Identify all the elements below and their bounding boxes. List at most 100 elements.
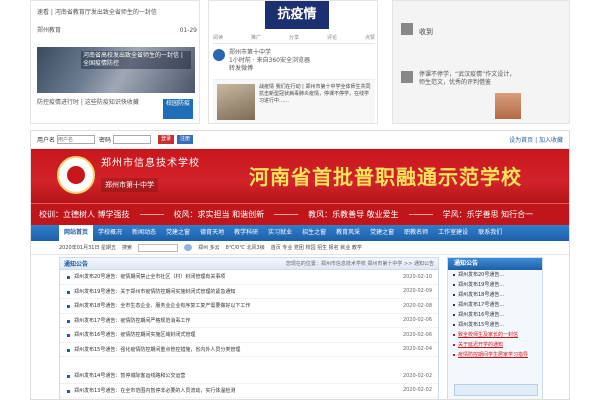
nav-news[interactable]: 新闻动态 — [127, 225, 161, 241]
school-motto: 校训：立德树人 博学强技 — [39, 210, 130, 219]
homepage-favorite-links[interactable]: 设为首页 | 加入收藏 — [509, 135, 563, 144]
header-slogan: 河南省首批普职融通示范学校 — [249, 165, 522, 189]
chat-avatar — [401, 23, 413, 35]
teach-style: 教风：乐教善导 敬业爱生 — [308, 210, 399, 219]
notice-title: 郑州发布20号通告：疫情期间禁止全市社区（村）封闭管理有关事项 — [74, 274, 226, 281]
search-label: 搜索 — [122, 245, 133, 251]
notice-list-header: 通知公告 您现在的位置：郑州市信息技术学校 郑州市第十中学 >> 通知公告 — [60, 258, 438, 270]
quick-links[interactable]: 首页 专业 党团 校园 招生 报名 就业 教学 — [271, 244, 362, 251]
notice-title: 郑州发布17号通告：疫情防控期间严格规范消毒工作 — [74, 317, 191, 324]
temperature-text: 8℃/0℃ 北风3级 — [225, 245, 265, 251]
list-item[interactable]: 郑州发布15号通告：强化疫情防控期间重点管控措施，省内外人员分类管理 2020-0… — [60, 343, 438, 357]
nav-about[interactable]: 学校概况 — [93, 225, 127, 241]
breadcrumb: 您现在的位置：郑州市信息技术学校 郑州市第十中学 >> 通知公告 — [285, 261, 434, 267]
register-button[interactable]: 注册 — [177, 135, 194, 144]
side-more-button[interactable] — [454, 384, 538, 396]
news-title: 速看 | 河南省教育厅发出致全省师生的一封信 — [37, 9, 157, 16]
action-share[interactable]: 分享 — [289, 34, 299, 41]
news-thumbnail[interactable]: 校园防疫 — [163, 99, 193, 119]
search-input[interactable] — [138, 243, 179, 252]
chat-panel: 收到 停课不停学，“武汉疫情”作文设计，师生范文，优秀的评判借鉴 — [392, 0, 570, 124]
side-list-item[interactable]: 郑州发布15号通告... — [448, 320, 542, 330]
notice-title: 郑州发布16号通告：疫情防控期间实施区域封闭式管理 — [74, 332, 196, 339]
weibo-panel: 抗疫情 阅读 推广 分享 评论 点赞 郑州市第十中学 1小时前 · 来自360安… — [208, 0, 378, 124]
nav-internship[interactable]: 实习就业 — [263, 225, 297, 241]
side-list-item[interactable]: 郑州发布18号通告... — [448, 290, 542, 300]
notice-title: 郑州发布15号通告：强化疫情防控期间重点管控措施，省内外人员分类管理 — [74, 346, 241, 353]
chat-avatar — [401, 71, 413, 83]
side-list-item[interactable]: 郑州发布17号通告... — [448, 300, 542, 310]
notice-list-box: 通知公告 您现在的位置：郑州市信息技术学校 郑州市第十中学 >> 通知公告 郑州… — [59, 257, 439, 399]
screenshot-stage: 速看 | 河南省教育厅发出致全省师生的一封信 郑州教育 01-29 河南省高校发… — [0, 0, 600, 400]
list-item[interactable]: 郑州发布19号通告：关于郑州市疫情防控期间实施封闭式管理的紧急通知 2020-02… — [60, 285, 438, 299]
nav-style[interactable]: 教育风采 — [331, 225, 365, 241]
divider — [274, 214, 299, 215]
post-image[interactable] — [217, 84, 255, 120]
study-style: 学风：乐学善思 知行合一 — [442, 210, 534, 219]
login-button[interactable]: 登录 — [158, 135, 175, 144]
side-list-item[interactable]: 郑州发布20号通告... — [448, 270, 542, 280]
news-photo[interactable]: 河南省高校发出致全省师生的一封信 | 全国疫情防控 — [37, 47, 195, 93]
news-source: 郑州教育 — [37, 27, 62, 34]
current-date: 2020年01月31日 星期五 — [59, 245, 117, 251]
action-like[interactable]: 点赞 — [365, 34, 375, 41]
password-label: 密码 — [99, 137, 112, 144]
side-list-item-highlight[interactable]: 致全校师生及家长的一封信 — [448, 330, 542, 340]
post-text: 战疫情 我们在行动 | 郑州市第十中学全体师生共同抗击新型冠状病毒肺炎疫情，停课… — [259, 84, 371, 104]
news-meta: 郑州教育 01-29 — [37, 27, 197, 35]
notice-list-title: 通知公告 — [64, 261, 89, 268]
notice-title: 郑州发布13号通告：在全市范围内暂停非必要的人员流动，实行体温检测 — [74, 387, 236, 394]
divider — [408, 214, 433, 215]
notice-date: 2020-02-04 — [402, 346, 432, 353]
side-box-title: 通知公告 — [448, 258, 542, 270]
post-author[interactable]: 郑州市第十中学 — [229, 49, 375, 57]
list-item[interactable]: 郑州发布17号通告：疫情防控期间严格规范消毒工作 2020-02-06 — [60, 314, 438, 328]
username-input[interactable] — [57, 135, 96, 144]
school-name: 郑州市信息技术学校 — [101, 158, 200, 169]
action-read[interactable]: 阅读 — [213, 34, 223, 41]
chat-image-thumbnail[interactable] — [495, 93, 521, 119]
action-comment[interactable]: 评论 — [327, 34, 337, 41]
avatar[interactable] — [213, 49, 225, 61]
side-list-item[interactable]: 郑州发布16号通告... — [448, 310, 542, 320]
list-item[interactable]: 郑州发布13号通告：在全市范围内暂停非必要的人员流动，实行体温检测 2020-02… — [60, 384, 438, 398]
list-item[interactable]: 郑州发布16号通告：疫情防控期间实施区域封闭式管理 2020-02-06 — [60, 328, 438, 343]
nav-party[interactable]: 党建之窗 — [161, 225, 195, 241]
news-feed-panel: 速看 | 河南省教育厅发出致全省师生的一封信 郑州教育 01-29 河南省高校发… — [30, 0, 200, 124]
campaign-banner: 抗疫情 — [265, 1, 329, 29]
divider — [139, 214, 164, 215]
side-list-item-highlight[interactable]: 疫情防控期间学生居家学习指导 — [448, 350, 542, 360]
nav-party-2[interactable]: 党建之窗 — [365, 225, 399, 241]
school-logo-icon[interactable] — [57, 156, 95, 194]
action-promote[interactable]: 推广 — [251, 34, 261, 41]
password-input[interactable] — [113, 135, 152, 144]
notice-title: 郑州发布18号通告：全市生态企业、服务业企业有序复工复产需要做好以下工作 — [74, 303, 251, 310]
weather-text: 郑州 多云 — [198, 245, 220, 251]
school-name-block: 郑州市信息技术学校 郑州市第十中学 — [101, 156, 221, 194]
nav-moral[interactable]: 德育天地 — [195, 225, 229, 241]
top-collage: 速看 | 河南省教育厅发出致全省师生的一封信 郑州教育 01-29 河南省高校发… — [30, 0, 570, 124]
main-nav: 网站首页 学校概况 新闻动态 党建之窗 德育天地 教学科研 实习就业 招生之窗 … — [31, 225, 569, 241]
school-subname: 郑州市第十中学 — [101, 178, 158, 192]
nav-teachers[interactable]: 职教名师 — [399, 225, 433, 241]
main-content: 通知公告 您现在的位置：郑州市信息技术学校 郑州市第十中学 >> 通知公告 郑州… — [59, 257, 543, 399]
chat-message-1: 收到 — [419, 28, 433, 36]
post-content[interactable]: 战疫情 我们在行动 | 郑州市第十中学全体师生共同抗击新型冠状病毒肺炎疫情，停课… — [213, 79, 375, 123]
notice-date: 2020-02-08 — [402, 302, 432, 309]
side-list-item[interactable]: 郑州发布19号通告... — [448, 280, 542, 290]
notice-title: 郑州发布14号通告：暂停城际客运线路和公交运营 — [74, 373, 186, 380]
nav-admission[interactable]: 招生之窗 — [297, 225, 331, 241]
nav-home[interactable]: 网站首页 — [59, 225, 94, 241]
site-header: 郑州市信息技术学校 郑州市第十中学 河南省首批普职融通示范学校 — [31, 149, 569, 203]
nav-studio[interactable]: 工作室建设 — [433, 225, 473, 241]
notice-date: 2020-02-10 — [402, 273, 432, 280]
nav-contact[interactable]: 联系我们 — [473, 225, 507, 241]
news-item-1[interactable]: 速看 | 河南省教育厅发出致全省师生的一封信 郑州教育 01-29 — [37, 9, 197, 34]
side-notice-box: 通知公告 郑州发布20号通告... 郑州发布19号通告... 郑州发布18号通告… — [447, 257, 543, 399]
side-list-item-highlight[interactable]: 关于延迟开学的通知 — [448, 340, 542, 350]
list-item[interactable]: 郑州发布20号通告：疫情期间禁止全市社区（村）封闭管理有关事项 2020-02-1… — [60, 270, 438, 285]
list-item[interactable]: 郑州发布18号通告：全市生态企业、服务业企业有序复工复产需要做好以下工作 2020… — [60, 299, 438, 314]
list-item[interactable]: 郑州发布14号通告：暂停城际客运线路和公交运营 2020-02-02 — [60, 369, 438, 384]
news-item-2[interactable]: 防控疫情进行时 | 这些防疫知识快收藏 — [37, 99, 157, 107]
nav-teaching[interactable]: 教学科研 — [229, 225, 263, 241]
